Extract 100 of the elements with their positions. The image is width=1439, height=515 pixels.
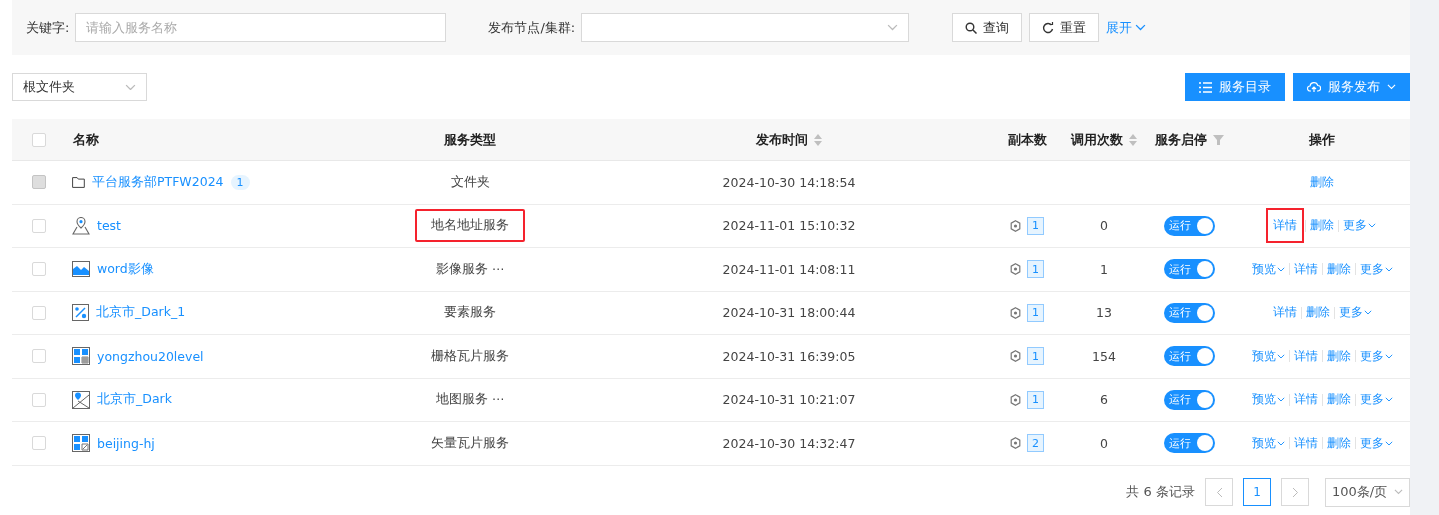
folder-select[interactable]: 根文件夹 <box>12 73 147 101</box>
column-header: 服务启停 <box>1154 130 1207 149</box>
checkbox[interactable] <box>32 305 46 320</box>
catalog-button[interactable]: 服务目录 <box>1185 73 1285 101</box>
page-size-select[interactable]: 100条/页 <box>1325 477 1410 507</box>
settings-icon[interactable] <box>1010 306 1021 319</box>
action-link[interactable]: 详情 <box>1290 432 1321 454</box>
action-link[interactable]: 删除 <box>1323 258 1354 280</box>
publish-time: 2024-11-01 15:10:32 <box>722 218 856 234</box>
map-icon <box>72 390 90 409</box>
checkbox[interactable] <box>32 132 46 147</box>
action-link[interactable]: 删除 <box>1302 302 1333 324</box>
status-switch[interactable]: 运行 <box>1163 302 1215 323</box>
action-link[interactable]: 更多 <box>1339 215 1379 237</box>
settings-icon[interactable] <box>1010 393 1021 406</box>
publish-button[interactable]: 服务发布 <box>1293 73 1410 101</box>
reset-button[interactable]: 重置 <box>1029 13 1100 42</box>
field-label: 关键字: <box>26 18 70 37</box>
column-header: 调用次数 <box>1071 130 1123 149</box>
settings-icon[interactable] <box>1010 219 1021 232</box>
publish-time: 2024-10-30 14:18:54 <box>722 174 856 190</box>
action-link[interactable]: 详情 <box>1290 258 1321 280</box>
call-count: 154 <box>1092 348 1116 364</box>
keyword-field[interactable]: 请输入服务名称 <box>75 13 447 42</box>
action-link[interactable]: 预览 <box>1248 432 1288 454</box>
previous-page-button[interactable] <box>1205 478 1233 506</box>
highlighted-action-link[interactable]: 详情 <box>1265 208 1304 244</box>
settings-icon[interactable] <box>1010 350 1021 363</box>
status-switch[interactable]: 运行 <box>1163 259 1215 280</box>
feature-icon <box>72 304 89 322</box>
action-link[interactable]: 预览 <box>1248 389 1288 411</box>
column-header: 副本数 <box>1007 130 1047 149</box>
action-link[interactable]: 详情 <box>1290 345 1321 367</box>
publish-time: 2024-10-31 18:00:44 <box>722 305 856 321</box>
status-switch[interactable]: 运行 <box>1163 346 1215 367</box>
status-switch[interactable]: 运行 <box>1163 215 1215 236</box>
action-link[interactable]: 删除 <box>1306 215 1337 237</box>
action-link[interactable]: 详情 <box>1290 389 1321 411</box>
reset-icon <box>1042 21 1055 34</box>
service-name-link[interactable]: 北京市_Dark <box>97 391 172 409</box>
location-pin-icon <box>72 216 90 235</box>
settings-icon[interactable] <box>1010 437 1021 450</box>
node-select[interactable] <box>581 13 910 42</box>
field-label: 发布节点/集群: <box>488 18 576 37</box>
action-link[interactable]: 详情 <box>1269 302 1300 324</box>
action-link[interactable]: 更多 <box>1356 345 1396 367</box>
next-page-button[interactable] <box>1281 478 1309 506</box>
status-switch[interactable]: 运行 <box>1163 389 1215 410</box>
service-type: 栅格瓦片服务 <box>430 346 510 365</box>
column-header: 服务类型 <box>444 130 496 149</box>
folder-icon <box>72 176 85 188</box>
action-link[interactable]: 删除 <box>1323 432 1354 454</box>
page-button[interactable]: 1 <box>1243 478 1271 506</box>
publish-time: 2024-10-30 14:32:47 <box>722 435 856 451</box>
service-name-link[interactable]: yongzhou20level <box>97 348 204 364</box>
sort-icon[interactable] <box>814 133 822 146</box>
status-switch[interactable]: 运行 <box>1163 433 1215 454</box>
action-link[interactable]: 预览 <box>1248 345 1288 367</box>
highlighted-service-type: 地名地址服务 <box>415 209 525 243</box>
checkbox[interactable] <box>32 218 46 233</box>
caret-icon <box>1276 440 1285 446</box>
settings-icon[interactable] <box>1010 263 1021 276</box>
service-name-link[interactable]: word影像 <box>97 260 154 278</box>
caret-icon <box>1384 266 1393 272</box>
publish-time: 2024-10-31 16:39:05 <box>722 348 856 364</box>
service-type: 文件夹 <box>449 172 491 191</box>
column-header: 名称 <box>73 130 99 149</box>
checkbox[interactable] <box>32 392 46 407</box>
replica-count: 1 <box>1027 260 1044 279</box>
service-name-link[interactable]: test <box>97 218 121 234</box>
chevron-right-icon <box>1291 486 1299 498</box>
checkbox[interactable] <box>32 436 46 451</box>
action-link[interactable]: 更多 <box>1356 389 1396 411</box>
list-icon <box>1199 81 1212 93</box>
caret-icon <box>1276 353 1285 359</box>
service-type: 要素服务 <box>443 303 497 322</box>
service-type: 矢量瓦片服务 <box>430 433 510 452</box>
publish-time: 2024-10-31 10:21:07 <box>722 392 856 408</box>
vector-tile-icon <box>72 434 90 453</box>
call-count: 0 <box>1100 218 1108 234</box>
action-link[interactable]: 更多 <box>1356 258 1396 280</box>
replica-count: 2 <box>1027 434 1044 453</box>
checkbox[interactable] <box>32 349 46 364</box>
sort-icon[interactable] <box>1129 133 1137 146</box>
expand-link[interactable]: 展开 <box>1106 18 1147 37</box>
action-link[interactable]: 删除 <box>1323 345 1354 367</box>
service-name-link[interactable]: beijing-hj <box>97 435 155 451</box>
caret-icon <box>1276 397 1285 403</box>
chevron-left-icon <box>1215 486 1223 498</box>
caret-icon <box>1394 489 1403 495</box>
search-button[interactable]: 查询 <box>952 13 1023 42</box>
replica-count: 1 <box>1027 347 1044 366</box>
filter-icon[interactable] <box>1212 134 1224 145</box>
action-link[interactable]: 更多 <box>1335 302 1375 324</box>
action-link[interactable]: 更多 <box>1356 432 1396 454</box>
checkbox[interactable] <box>32 262 46 277</box>
action-link[interactable]: 预览 <box>1248 258 1288 280</box>
action-link[interactable]: 删除 <box>1323 389 1354 411</box>
service-name-link[interactable]: 北京市_Dark_1 <box>96 304 186 322</box>
caret-icon <box>1135 24 1147 31</box>
